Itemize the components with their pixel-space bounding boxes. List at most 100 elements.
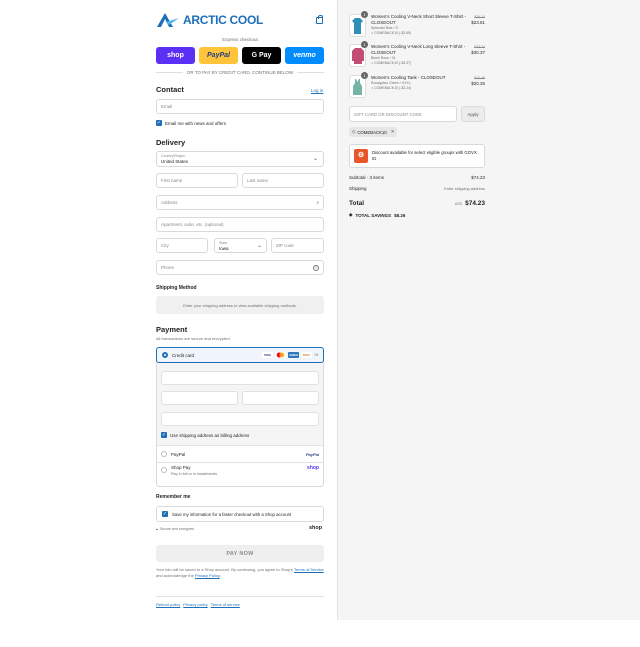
savings-label: TOTAL SAVINGS [355,212,392,218]
govx-banner[interactable]: ⚙ Discount available for select eligible… [349,144,485,168]
cart-bag-icon[interactable] [316,15,323,24]
visa-icon: VISA [262,352,273,358]
apartment-field[interactable]: Apartment, suite, etc. (optional) [156,217,324,232]
footer-divider [156,596,324,597]
legal-text-1: Your info will be saved to a Shop accoun… [156,567,293,572]
shop-privacy-link[interactable]: Privacy Policy [195,573,220,578]
item-new-price: $20.25 [471,81,485,86]
save-info-checkbox[interactable]: ✓ [162,511,168,517]
applied-code-tag: ◇ COMEBACK10 ✕ [349,127,398,137]
tank-top-icon [353,78,362,95]
privacy-policy-link[interactable]: Privacy policy [183,602,207,607]
item-new-price: $30.37 [471,50,485,55]
legal-text-2: and acknowledge the [156,573,194,578]
subtotal-value: $74.23 [471,175,485,180]
paypal-button[interactable]: PayPal [199,47,238,64]
product-image: 1 [349,11,368,37]
state-value: Iowa [219,245,229,251]
help-icon[interactable]: ? [313,264,319,271]
card-brands: VISA AMEX DISC +4 [262,352,318,358]
save-info-label: Save my information for a faster checkou… [172,511,292,517]
tag-icon: ◇ [352,129,356,134]
expiration-field[interactable] [161,391,238,405]
discover-icon: DISC [301,352,312,358]
shop-pay-option[interactable]: Shop Pay Pay in full or in installments … [161,465,319,477]
paypal-radio[interactable] [161,451,167,457]
item-new-price: $23.61 [471,20,485,25]
paypal-label: PayPal [171,451,186,457]
zip-field[interactable]: ZIP code [271,238,324,253]
savings-tag-icon: ◈ [349,212,353,217]
item-price: $22.49 $20.25 [471,75,485,98]
venmo-button[interactable]: venmo [285,47,324,64]
mastercard-icon [275,352,286,358]
shop-pay-sub: Pay in full or in installments [171,472,218,476]
shipping-label: Shipping [349,186,367,191]
item-discount: ⌂ COMEBACK10 (-$2.24) [371,86,466,91]
terms-of-service-link[interactable]: Terms of service [211,602,240,607]
last-name-field[interactable]: Last name [242,173,324,188]
google-pay-button[interactable]: G Pay [242,47,281,64]
shop-terms-link[interactable]: Terms of Service [294,567,324,572]
brand-name: ARCTIC COOL [183,13,264,27]
quantity-badge: 1 [361,11,368,18]
card-number-field[interactable] [161,371,319,385]
payment-subtitle: All transactions are secure and encrypte… [156,336,231,341]
security-code-field[interactable] [242,391,319,405]
item-info: Women's Cooling Tank - CLOSEOUT Eucalypt… [371,75,466,98]
divider [157,462,323,463]
address-field[interactable]: Address ⌕ [156,195,324,210]
discount-code-input[interactable]: GIFT CARD OR DISCOUNT CODE [349,106,457,122]
city-field[interactable]: City [156,238,208,253]
divider-text: OR TO PAY BY CREDIT CARD, CONTINUE BELOW [186,70,294,75]
arctic-cool-mark-icon [157,13,179,27]
shop-logo-icon: shop [307,465,319,471]
cart-item: 1 Women's Cooling Tank - CLOSEOUT Eucaly… [349,72,485,98]
login-link[interactable]: Log in [311,88,323,93]
amex-icon: AMEX [288,352,299,358]
cart-item: 1 Women's Cooling V-Neck Long Sleeve T-S… [349,41,485,67]
item-discount-text: COMEBACK10 (-$3.37) [374,61,412,65]
name-on-card-field[interactable] [161,412,319,426]
phone-field[interactable]: Phone ? [156,260,324,275]
credit-card-radio[interactable] [162,352,168,358]
credit-card-label: Credit card [172,352,195,358]
apply-button[interactable]: Apply [461,106,485,122]
shop-pay-button[interactable]: shop [156,47,195,64]
billing-same-row[interactable]: ✓ Use shipping address as billing addres… [161,432,249,438]
item-price: $33.74 $30.37 [471,44,485,67]
brand-logo[interactable]: ARCTIC COOL [156,12,263,28]
total-amount: USD $74.23 [455,200,485,207]
currency-code: USD [454,202,463,206]
shop-wordmark-icon: shop [309,525,323,531]
total-label: Total [349,200,365,207]
shipping-method-note: Enter your shipping address to view avai… [156,296,324,314]
phone-placeholder: Phone [161,265,175,270]
more-cards-badge: +4 [314,353,318,357]
news-checkbox[interactable]: ✓ [156,120,162,126]
product-image: 1 [349,72,368,98]
subtotal-label: Subtotal · 3 items [349,175,385,180]
footer-links: Refund policy Privacy policy Terms of se… [156,602,240,607]
first-name-field[interactable]: First name [156,173,238,188]
shop-pay-radio[interactable] [161,467,167,473]
news-offer-row[interactable]: ✓ Email me with news and offers [156,120,226,126]
delivery-heading: Delivery [156,138,186,147]
item-discount: ⌂ COMEBACK10 (-$3.37) [371,61,466,66]
card-form: ✓ Use shipping address as billing addres… [157,363,323,445]
country-value: United States [161,159,189,164]
total-savings: ◈ TOTAL SAVINGS $8.26 [349,212,405,218]
remember-box[interactable]: ✓ Save my information for a faster check… [156,506,324,522]
country-chevron-icon: ⌄ [313,156,319,162]
billing-same-checkbox[interactable]: ✓ [161,432,167,438]
legal-text-end: . [219,573,221,578]
credit-card-option[interactable]: Credit card VISA AMEX DISC +4 [156,347,324,363]
tshirt-icon [352,17,363,34]
refund-policy-link[interactable]: Refund policy [156,602,180,607]
email-field[interactable]: Email [156,99,324,114]
remove-code-icon[interactable]: ✕ [391,129,395,135]
pay-now-button[interactable]: PAY NOW [156,545,324,562]
country-select[interactable]: Country/Region United States [156,151,324,167]
shipping-method-heading: Shipping Method [156,285,197,291]
paypal-option[interactable]: PayPal PayPal [161,449,319,459]
